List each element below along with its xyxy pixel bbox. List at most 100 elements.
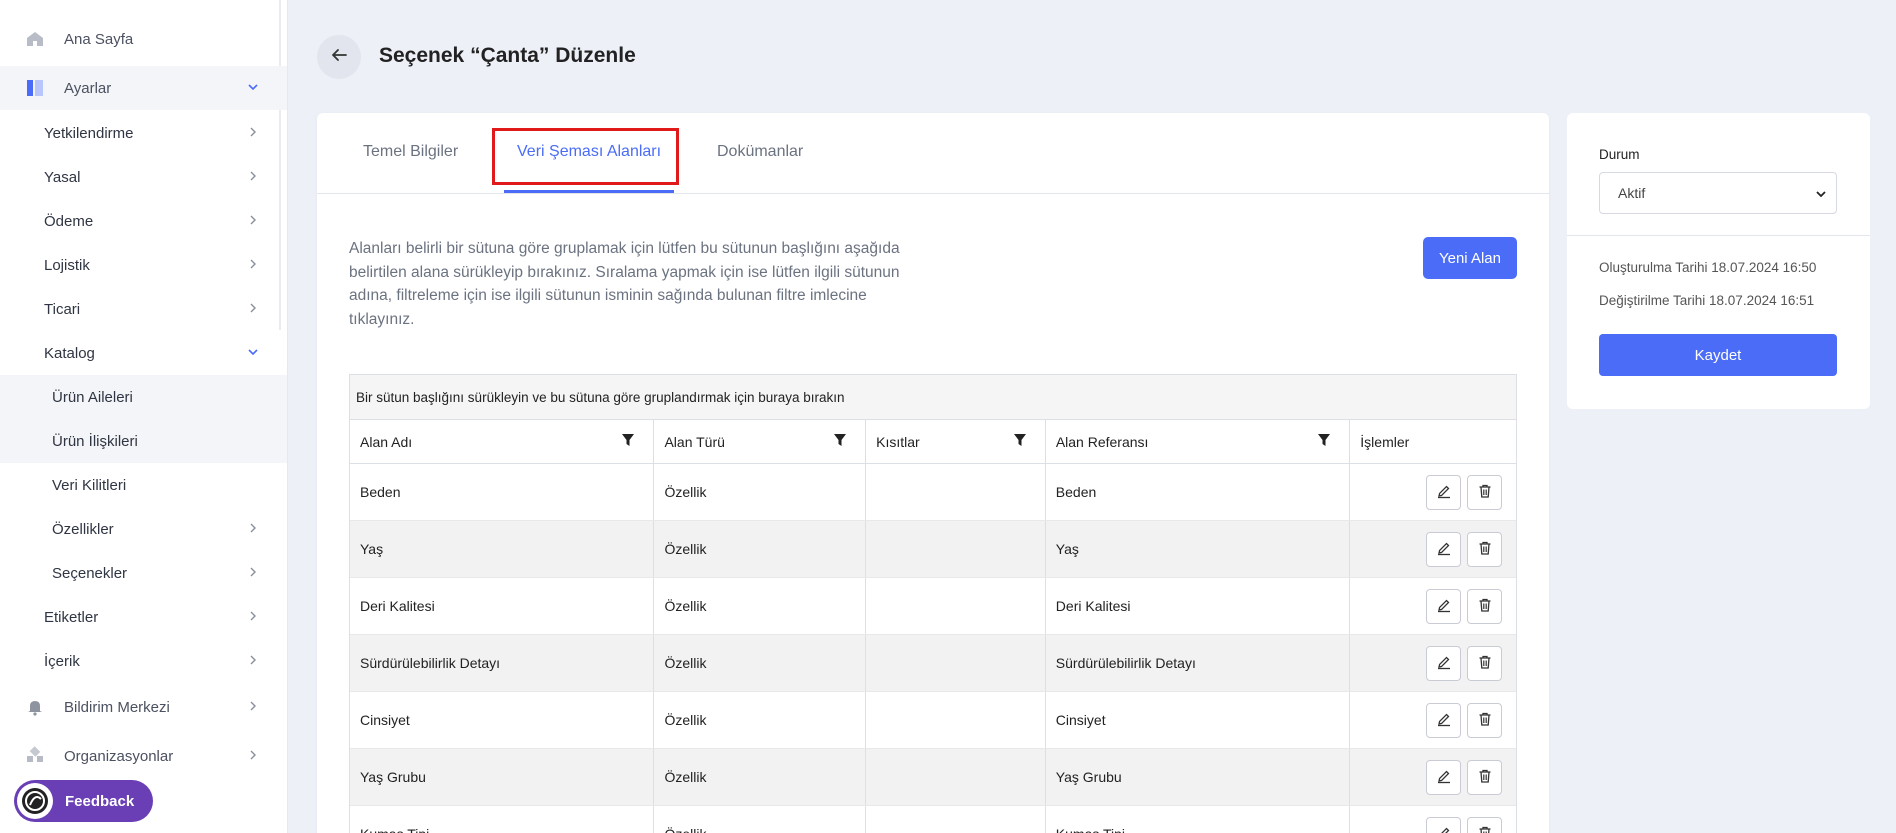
sidebar-item-odeme[interactable]: Ödeme: [0, 199, 287, 243]
column-header-alan-adi[interactable]: Alan Adı: [350, 420, 655, 463]
edit-button[interactable]: [1426, 816, 1461, 833]
sidebar-item-yasal[interactable]: Yasal: [0, 155, 287, 199]
table-row[interactable]: Yaş Özellik Yaş: [350, 521, 1516, 578]
organization-icon: [25, 746, 45, 766]
column-header-alan-turu[interactable]: Alan Türü: [654, 420, 867, 463]
edit-button[interactable]: [1426, 474, 1461, 510]
status-select[interactable]: Aktif: [1599, 172, 1837, 214]
chevron-right-icon: [246, 301, 260, 315]
table-row[interactable]: Deri Kalitesi Özellik Deri Kalitesi: [350, 578, 1516, 635]
grid-instructions: Alanları belirli bir sütuna göre gruplam…: [349, 240, 900, 328]
row-actions: [1350, 806, 1516, 833]
sidebar-item-urun-aileleri[interactable]: Ürün Aileleri: [0, 375, 287, 419]
delete-button[interactable]: [1467, 816, 1502, 833]
chevron-down-icon: [1814, 187, 1828, 201]
new-field-button[interactable]: Yeni Alan: [1423, 237, 1517, 279]
sidebar-item-label: Lojistik: [44, 256, 90, 274]
page-title: Seçenek “Çanta” Düzenle: [379, 44, 636, 67]
delete-button[interactable]: [1467, 759, 1502, 795]
tab-dokumanlar[interactable]: Dokümanlar: [717, 143, 803, 161]
column-header-label: Alan Türü: [664, 433, 725, 450]
table-cell: Cinsiyet: [350, 692, 655, 748]
filter-icon[interactable]: [1317, 433, 1331, 447]
sidebar-item-etiketler[interactable]: Etiketler: [0, 595, 287, 639]
chevron-right-icon: [246, 609, 260, 623]
chevron-right-icon: [246, 257, 260, 271]
delete-button[interactable]: [1467, 474, 1502, 510]
chevron-right-icon: [246, 213, 260, 227]
sidebar-item-ayarlar[interactable]: Ayarlar: [0, 66, 287, 110]
delete-button[interactable]: [1467, 645, 1502, 681]
sidebar: Ana Sayfa Ayarlar Yetkilendirme Yasal Öd…: [0, 0, 288, 833]
trash-icon: [1477, 711, 1493, 730]
delete-button[interactable]: [1467, 588, 1502, 624]
sidebar-item-ticari[interactable]: Ticari: [0, 287, 287, 331]
table-cell: Özellik: [654, 464, 867, 520]
delete-button[interactable]: [1467, 531, 1502, 567]
sidebar-item-label: Katalog: [44, 344, 95, 362]
filter-icon[interactable]: [621, 433, 635, 447]
table-row[interactable]: Yaş Grubu Özellik Yaş Grubu: [350, 749, 1516, 806]
sidebar-item-veri-kilitleri[interactable]: Veri Kilitleri: [0, 463, 287, 507]
sidebar-item-icerik[interactable]: İçerik: [0, 639, 287, 683]
chevron-right-icon: [246, 699, 260, 713]
edit-button[interactable]: [1426, 759, 1461, 795]
table-cell: [866, 635, 1046, 691]
table-cell: Yaş Grubu: [1046, 749, 1351, 805]
edit-button[interactable]: [1426, 588, 1461, 624]
edit-button[interactable]: [1426, 702, 1461, 738]
sidebar-item-label: İçerik: [44, 652, 80, 670]
sidebar-item-secenekler[interactable]: Seçenekler: [0, 551, 287, 595]
trash-icon: [1477, 768, 1493, 787]
edit-button[interactable]: [1426, 531, 1461, 567]
table-row[interactable]: Cinsiyet Özellik Cinsiyet: [350, 692, 1516, 749]
table-row[interactable]: Sürdürülebilirlik Detayı Özellik Sürdürüle…: [350, 635, 1516, 692]
column-header-alan-referansi[interactable]: Alan Referansı: [1046, 420, 1351, 463]
row-actions: [1350, 521, 1516, 577]
divider: [1567, 235, 1870, 236]
sidebar-item-label: Ayarlar: [64, 79, 112, 97]
chevron-down-icon: [246, 345, 260, 359]
table-cell: Deri Kalitesi: [1046, 578, 1351, 634]
feedback-button[interactable]: Feedback: [14, 780, 153, 822]
sidebar-item-ana-sayfa[interactable]: Ana Sayfa: [0, 17, 287, 61]
sidebar-item-bildirim-merkezi[interactable]: Bildirim Merkezi: [0, 685, 287, 729]
back-button[interactable]: [317, 35, 361, 79]
data-grid: Bir sütun başlığını sürükleyin ve bu süt…: [349, 374, 1517, 833]
save-button[interactable]: Kaydet: [1599, 334, 1837, 376]
trash-icon: [1477, 483, 1493, 502]
table-cell: Özellik: [654, 578, 867, 634]
edit-button[interactable]: [1426, 645, 1461, 681]
chevron-down-icon: [246, 80, 260, 94]
sidebar-item-lojistik[interactable]: Lojistik: [0, 243, 287, 287]
sidebar-item-urun-iliskileri[interactable]: Ürün İlişkileri: [0, 419, 287, 463]
sidebar-item-ozellikler[interactable]: Özellikler: [0, 507, 287, 551]
table-row[interactable]: Kumaş TipiÖzellikKumaş Tipi: [350, 806, 1516, 833]
status-select-value: Aktif: [1618, 185, 1646, 201]
chevron-right-icon: [246, 565, 260, 579]
column-header-label: İşlemler: [1360, 433, 1410, 450]
main-card: Temel Bilgiler Veri Şeması Alanları Dokü…: [317, 113, 1549, 833]
column-header-label: Alan Referansı: [1055, 433, 1149, 450]
column-header-kisitlar[interactable]: Kısıtlar: [866, 420, 1046, 463]
sidebar-item-organizasyonlar[interactable]: Organizasyonlar: [0, 734, 287, 778]
row-actions: [1350, 635, 1516, 691]
chevron-right-icon: [246, 169, 260, 183]
tab-highlight-box: [492, 128, 679, 185]
status-label: Durum: [1599, 147, 1640, 162]
sidebar-item-katalog[interactable]: Katalog: [0, 331, 287, 375]
pencil-icon: [1436, 711, 1452, 730]
group-panel[interactable]: Bir sütun başlığını sürükleyin ve bu süt…: [350, 375, 1516, 420]
table-row[interactable]: Beden Özellik Beden: [350, 464, 1516, 521]
pencil-icon: [1436, 825, 1452, 833]
table-cell: Beden: [1046, 464, 1351, 520]
filter-icon[interactable]: [833, 433, 847, 447]
settings-panel-icon: [25, 78, 45, 98]
delete-button[interactable]: [1467, 702, 1502, 738]
tab-temel-bilgiler[interactable]: Temel Bilgiler: [363, 143, 458, 161]
filter-icon[interactable]: [1013, 433, 1027, 447]
pencil-icon: [1436, 597, 1452, 616]
feedback-label: Feedback: [65, 792, 135, 810]
sidebar-item-yetkilendirme[interactable]: Yetkilendirme: [0, 111, 287, 155]
pencil-icon: [1436, 768, 1452, 787]
